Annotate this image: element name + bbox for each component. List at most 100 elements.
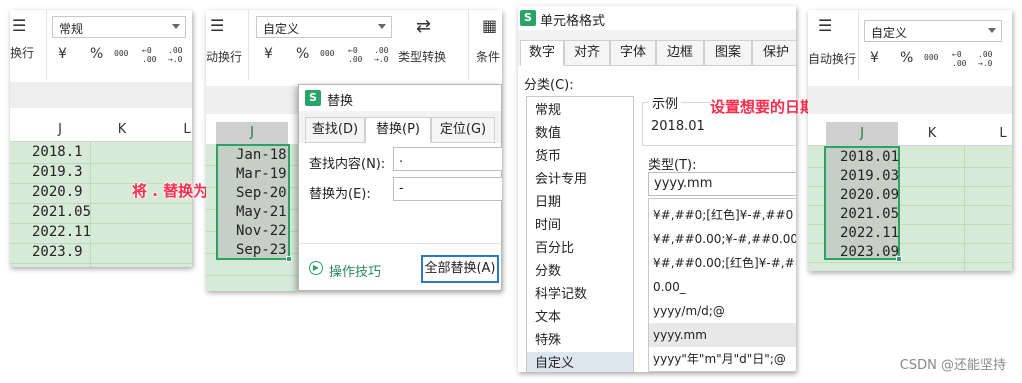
cell-j1[interactable]: Jan-18 — [236, 147, 287, 163]
cell-j3[interactable]: Sep-20 — [236, 185, 287, 201]
format-item-selected[interactable]: yyyy.mm — [649, 323, 796, 347]
table-row[interactable]: 2022.11 — [10, 222, 192, 244]
increase-decimal-top[interactable]: ←0 — [348, 47, 358, 55]
cell-j4[interactable]: 2021.05 — [32, 204, 91, 220]
cell-j2[interactable]: 2019.3 — [32, 164, 83, 180]
category-item-time[interactable]: 时间 — [527, 214, 633, 237]
selected-range[interactable]: Jan-18 Mar-19 Sep-20 May-21 Nov-22 Sep-2… — [216, 144, 292, 262]
conditional-format-button[interactable]: 条件 — [476, 48, 500, 65]
decrease-decimal-bottom[interactable]: →.0 — [168, 56, 182, 64]
column-header-l[interactable]: L — [996, 126, 1010, 141]
percent-button[interactable]: % — [900, 50, 913, 66]
cell-j5[interactable]: 2022.11 — [32, 224, 91, 240]
table-row[interactable]: 2021.05 — [10, 202, 192, 224]
percent-button[interactable]: % — [296, 46, 309, 62]
cell-j6[interactable]: 2023.09 — [840, 244, 899, 260]
cell-j6[interactable]: 2023.9 — [32, 244, 83, 260]
currency-button[interactable]: ¥ — [58, 46, 67, 62]
number-format-select[interactable]: 自定义 — [864, 20, 1002, 42]
table-row[interactable]: 2018.1 — [10, 142, 192, 164]
decrease-decimal-bottom[interactable]: →.0 — [374, 56, 388, 64]
category-item-custom[interactable]: 自定义 — [527, 352, 633, 372]
category-item-accounting[interactable]: 会计专用 — [527, 168, 633, 191]
thousands-button[interactable]: 000 — [320, 50, 334, 58]
tab-find[interactable]: 查找(D) — [305, 117, 365, 143]
format-item[interactable]: ¥#,##0.00;[红色]¥-#,##0.00 — [649, 251, 796, 275]
category-list[interactable]: 常规 数值 货币 会计专用 日期 时间 百分比 分数 科学记数 文本 特殊 自定… — [526, 96, 634, 372]
category-item-special[interactable]: 特殊 — [527, 329, 633, 352]
table-icon[interactable]: ▦ — [482, 16, 497, 35]
cell-j4[interactable]: 2021.05 — [840, 206, 899, 222]
tab-replace[interactable]: 替换(P) — [365, 117, 431, 143]
wrap-text-button[interactable]: 动换行 — [206, 48, 242, 65]
thousands-button[interactable]: 000 — [924, 54, 938, 62]
wrap-text-icon[interactable]: ☰ — [12, 16, 26, 35]
play-circle-icon[interactable]: ▶ — [309, 261, 323, 275]
category-item-currency[interactable]: 货币 — [527, 145, 633, 168]
column-header-k[interactable]: K — [902, 126, 962, 141]
currency-button[interactable]: ¥ — [264, 46, 273, 62]
increase-decimal-bottom[interactable]: .00 — [348, 56, 362, 64]
fill-handle[interactable] — [286, 256, 292, 262]
format-item[interactable]: 0.00_ — [649, 275, 796, 299]
decrease-decimal-top[interactable]: .00 — [374, 47, 388, 55]
currency-button[interactable]: ¥ — [870, 50, 879, 66]
column-header-k[interactable]: K — [92, 122, 152, 137]
decrease-decimal-bottom[interactable]: →.0 — [978, 60, 992, 68]
format-list[interactable]: ¥#,##0;[红色]¥-#,##0 ¥#,##0.00;¥-#,##0.00 … — [648, 198, 796, 372]
format-dialog-titlebar[interactable]: S 单元格格式 — [518, 6, 796, 30]
tab-pattern[interactable]: 图案 — [704, 40, 752, 66]
cell-j4[interactable]: May-21 — [236, 204, 287, 220]
decrease-decimal-top[interactable]: .00 — [978, 51, 992, 59]
category-item-fraction[interactable]: 分数 — [527, 260, 633, 283]
percent-button[interactable]: % — [90, 46, 103, 62]
category-item-general[interactable]: 常规 — [527, 99, 633, 122]
cell-j1[interactable]: 2018.1 — [32, 144, 83, 160]
replace-input[interactable]: - — [393, 177, 502, 201]
increase-decimal-top[interactable]: ←0 — [952, 51, 962, 59]
category-item-text[interactable]: 文本 — [527, 306, 633, 329]
tab-border[interactable]: 边框 — [656, 40, 704, 66]
wrap-text-button[interactable]: 换行 — [10, 44, 34, 61]
column-header-j[interactable]: J — [30, 122, 90, 137]
column-header-j[interactable]: J — [826, 122, 898, 146]
increase-decimal-bottom[interactable]: .00 — [142, 56, 156, 64]
increase-decimal-top[interactable]: ←0 — [142, 47, 152, 55]
column-header-j[interactable]: J — [216, 122, 288, 144]
tab-number[interactable]: 数字 — [520, 40, 564, 66]
cell-j2[interactable]: Mar-19 — [236, 166, 287, 182]
replace-all-button[interactable]: 全部替换(A) — [421, 255, 499, 283]
cell-j5[interactable]: Nov-22 — [236, 223, 287, 239]
number-format-select[interactable]: 常规 — [52, 16, 186, 38]
increase-decimal-bottom[interactable]: .00 — [952, 60, 966, 68]
cell-j3[interactable]: 2020.9 — [32, 184, 83, 200]
convert-type-icon[interactable]: ⇄ — [416, 16, 431, 37]
number-format-select[interactable]: 自定义 — [256, 16, 392, 38]
thousands-button[interactable]: 000 — [114, 50, 128, 58]
type-input[interactable]: yyyy.mm — [648, 172, 796, 196]
tab-goto[interactable]: 定位(G) — [431, 117, 495, 143]
cell-j6[interactable]: Sep-23 — [236, 242, 287, 258]
wrap-text-icon[interactable]: ☰ — [818, 16, 832, 35]
format-item[interactable]: yyyy/m/d;@ — [649, 299, 796, 323]
convert-type-button[interactable]: 类型转换 — [398, 48, 446, 65]
tab-font[interactable]: 字体 — [610, 40, 656, 66]
cell-j3[interactable]: 2020.09 — [840, 187, 899, 203]
category-item-scientific[interactable]: 科学记数 — [527, 283, 633, 306]
cell-j5[interactable]: 2022.11 — [840, 225, 899, 241]
format-item[interactable]: ¥#,##0.00;¥-#,##0.00 — [649, 227, 796, 251]
category-item-percentage[interactable]: 百分比 — [527, 237, 633, 260]
format-item[interactable]: ¥#,##0;[红色]¥-#,##0 — [649, 203, 796, 227]
wrap-text-button[interactable]: 自动换行 — [808, 50, 856, 67]
format-item[interactable]: yyyy"年"m"月"d"日";@ — [649, 347, 796, 371]
fill-handle[interactable] — [896, 256, 902, 262]
category-item-number[interactable]: 数值 — [527, 122, 633, 145]
category-item-date[interactable]: 日期 — [527, 191, 633, 214]
wrap-text-icon[interactable]: ☰ — [210, 16, 224, 35]
replace-dialog-titlebar[interactable]: S 替换 — [299, 85, 501, 111]
tips-link[interactable]: 操作技巧 — [329, 261, 381, 280]
column-header-l[interactable]: L — [180, 122, 192, 137]
tab-protection[interactable]: 保护 — [752, 40, 796, 66]
decrease-decimal-top[interactable]: .00 — [168, 47, 182, 55]
cell-j2[interactable]: 2019.03 — [840, 168, 899, 184]
